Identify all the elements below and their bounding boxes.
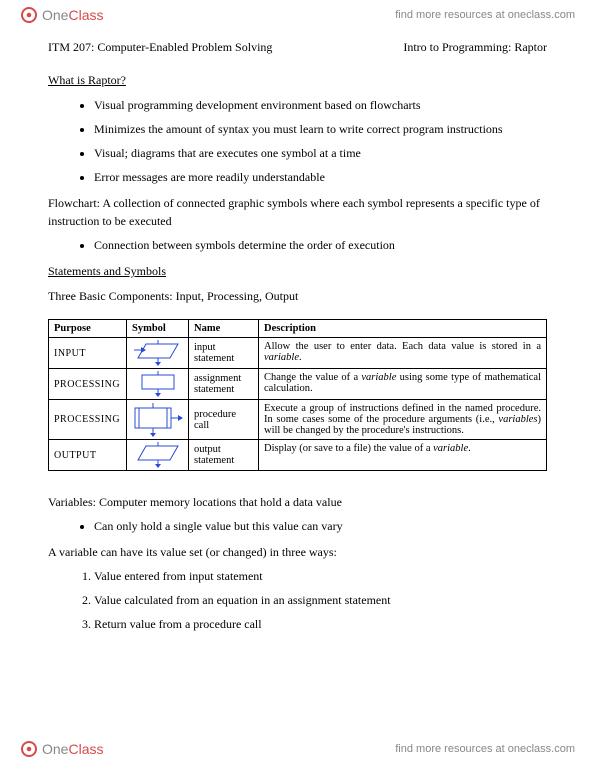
cell-desc: Execute a group of instructions defined …	[259, 400, 547, 440]
table-row: INPUT input statement Allow the user to …	[49, 338, 547, 369]
cell-desc: Display (or save to a file) the value of…	[259, 440, 547, 471]
cell-name: procedure call	[189, 400, 259, 440]
list-item: Value entered from input statement	[94, 567, 547, 585]
list-item: Connection between symbols determine the…	[94, 236, 547, 254]
topic-title: Intro to Programming: Raptor	[403, 40, 547, 55]
symbols-table: Purpose Symbol Name Description INPUT	[48, 319, 547, 471]
col-description: Description	[259, 320, 547, 338]
brand-logo: OneClass	[20, 6, 103, 24]
variables-bullet-list: Can only hold a single value but this va…	[94, 517, 547, 535]
var-set-ways-list: Value entered from input statement Value…	[94, 567, 547, 633]
find-more-link-bottom[interactable]: find more resources at oneclass.com	[395, 743, 575, 755]
cell-name: output statement	[189, 440, 259, 471]
cell-name: assignment statement	[189, 369, 259, 400]
table-row: OUTPUT output statement Display (or save…	[49, 440, 547, 471]
cell-symbol	[127, 369, 189, 400]
flowchart-bullet-list: Connection between symbols determine the…	[94, 236, 547, 254]
cell-desc: Allow the user to enter data. Each data …	[259, 338, 547, 369]
three-components-line: Three Basic Components: Input, Processin…	[48, 287, 547, 305]
table-row: PROCESSING procedure call Execute a grou	[49, 400, 547, 440]
output-symbol-icon	[134, 442, 182, 468]
footer-bar: OneClass find more resources at oneclass…	[0, 734, 595, 764]
col-purpose: Purpose	[49, 320, 127, 338]
logo-icon	[20, 6, 38, 24]
cell-purpose: PROCESSING	[49, 400, 127, 440]
cell-symbol	[127, 440, 189, 471]
flowchart-definition: Flowchart: A collection of connected gra…	[48, 194, 547, 230]
cell-purpose: INPUT	[49, 338, 127, 369]
input-symbol-icon	[134, 340, 182, 366]
course-header: ITM 207: Computer-Enabled Problem Solvin…	[48, 40, 547, 55]
logo-text: OneClass	[42, 7, 103, 23]
procedure-symbol-icon	[131, 403, 185, 437]
cell-desc: Change the value of a variable using som…	[259, 369, 547, 400]
cell-name: input statement	[189, 338, 259, 369]
cell-symbol	[127, 400, 189, 440]
cell-symbol	[127, 338, 189, 369]
page-content: ITM 207: Computer-Enabled Problem Solvin…	[0, 30, 595, 633]
list-item: Return value from a procedure call	[94, 615, 547, 633]
table-header-row: Purpose Symbol Name Description	[49, 320, 547, 338]
course-code: ITM 207: Computer-Enabled Problem Solvin…	[48, 40, 272, 55]
list-item: Visual programming development environme…	[94, 96, 547, 114]
var-set-intro: A variable can have its value set (or ch…	[48, 543, 547, 561]
cell-purpose: PROCESSING	[49, 369, 127, 400]
heading-statements-symbols: Statements and Symbols	[48, 264, 547, 279]
list-item: Can only hold a single value but this va…	[94, 517, 547, 535]
raptor-bullet-list: Visual programming development environme…	[94, 96, 547, 186]
list-item: Error messages are more readily understa…	[94, 168, 547, 186]
list-item: Value calculated from an equation in an …	[94, 591, 547, 609]
col-name: Name	[189, 320, 259, 338]
brand-logo-footer: OneClass	[20, 740, 103, 758]
symbols-table-wrap: Purpose Symbol Name Description INPUT	[48, 319, 547, 471]
list-item: Visual; diagrams that are executes one s…	[94, 144, 547, 162]
cell-purpose: OUTPUT	[49, 440, 127, 471]
header-bar: OneClass find more resources at oneclass…	[0, 0, 595, 30]
table-row: PROCESSING assignment statement Change t…	[49, 369, 547, 400]
variables-definition: Variables: Computer memory locations tha…	[48, 493, 547, 511]
assignment-symbol-icon	[134, 371, 182, 397]
logo-icon	[20, 740, 38, 758]
heading-what-is-raptor: What is Raptor?	[48, 73, 547, 88]
col-symbol: Symbol	[127, 320, 189, 338]
logo-text: OneClass	[42, 741, 103, 757]
list-item: Minimizes the amount of syntax you must …	[94, 120, 547, 138]
find-more-link-top[interactable]: find more resources at oneclass.com	[395, 9, 575, 21]
